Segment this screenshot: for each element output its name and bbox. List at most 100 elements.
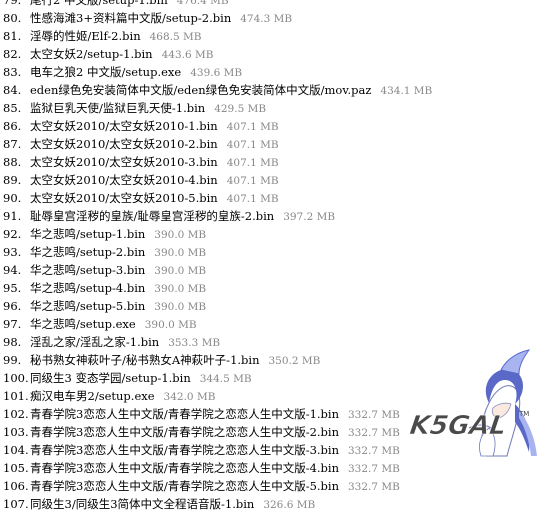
- file-row: 82. 太空女妖2/setup-1.bin 443.6 MB: [0, 45, 539, 63]
- row-number: 84.: [3, 83, 22, 97]
- file-name: 华之悲鸣/setup.exe: [30, 317, 136, 331]
- file-name: 华之悲鸣/setup-5.bin: [30, 299, 146, 313]
- file-size: 390.0 MB: [144, 319, 197, 331]
- file-name: 太空女妖2010/太空女妖2010-3.bin: [30, 155, 218, 169]
- file-name: 青春学院3恋恋人生中文版/青春学院之恋恋人生中文版-2.bin: [30, 425, 339, 439]
- file-row: 106.青春学院3恋恋人生中文版/青春学院之恋恋人生中文版-5.bin 332.7…: [0, 477, 539, 495]
- file-name: 青春学院3恋恋人生中文版/青春学院之恋恋人生中文版-3.bin: [30, 443, 339, 457]
- row-number: 100.: [3, 371, 29, 385]
- file-row: 87. 太空女妖2010/太空女妖2010-2.bin 407.1 MB: [0, 135, 539, 153]
- file-size: 350.2 MB: [268, 355, 321, 367]
- file-size: 468.5 MB: [149, 31, 202, 43]
- file-row: 95. 华之悲鸣/setup-4.bin 390.0 MB: [0, 279, 539, 297]
- file-name: eden绿色免安装简体中文版/eden绿色免安装简体中文版/mov.paz: [30, 83, 372, 97]
- file-row: 107.同级生3/同级生3简体中文全程语音版-1.bin 326.6 MB: [0, 495, 539, 513]
- row-number: 79.: [3, 0, 22, 7]
- row-number: 81.: [3, 29, 22, 43]
- row-number: 95.: [3, 281, 22, 295]
- file-row: 85. 监狱巨乳天使/监狱巨乳天使-1.bin 429.5 MB: [0, 99, 539, 117]
- row-number: 82.: [3, 47, 22, 61]
- file-row: 90. 太空女妖2010/太空女妖2010-5.bin 407.1 MB: [0, 189, 539, 207]
- row-number: 107.: [3, 497, 29, 511]
- file-size: 439.6 MB: [190, 67, 243, 79]
- row-number: 104.: [3, 443, 29, 457]
- file-row: 92. 华之悲鸣/setup-1.bin 390.0 MB: [0, 225, 539, 243]
- file-name: 太空女妖2010/太空女妖2010-4.bin: [30, 173, 218, 187]
- row-number: 102.: [3, 407, 29, 421]
- file-name: 华之悲鸣/setup-4.bin: [30, 281, 146, 295]
- file-size: 434.1 MB: [380, 85, 433, 97]
- row-number: 89.: [3, 173, 22, 187]
- row-number: 92.: [3, 227, 22, 241]
- file-row: 89. 太空女妖2010/太空女妖2010-4.bin 407.1 MB: [0, 171, 539, 189]
- file-name: 电车之狼2 中文版/setup.exe: [30, 65, 182, 79]
- file-name: 淫辱的性姬/Elf-2.bin: [30, 29, 141, 43]
- file-size: 407.1 MB: [226, 157, 279, 169]
- file-name: 耻辱皇宫淫秽的皇族/耻辱皇宫淫秽的皇族-2.bin: [30, 209, 275, 223]
- file-size: 407.1 MB: [226, 121, 279, 133]
- file-name: 太空女妖2010/太空女妖2010-1.bin: [30, 119, 218, 133]
- file-name: 华之悲鸣/setup-1.bin: [30, 227, 146, 241]
- row-number: 88.: [3, 155, 22, 169]
- file-row: 105.青春学院3恋恋人生中文版/青春学院之恋恋人生中文版-4.bin 332.7…: [0, 459, 539, 477]
- row-number: 96.: [3, 299, 22, 313]
- file-size: 342.0 MB: [163, 391, 216, 403]
- row-number: 80.: [3, 11, 22, 25]
- file-name: 淫乱之家/淫乱之家-1.bin: [30, 335, 160, 349]
- file-name: 监狱巨乳天使/监狱巨乳天使-1.bin: [30, 101, 206, 115]
- file-row: 94. 华之悲鸣/setup-3.bin 390.0 MB: [0, 261, 539, 279]
- file-row: 88. 太空女妖2010/太空女妖2010-3.bin 407.1 MB: [0, 153, 539, 171]
- file-size: 390.0 MB: [154, 301, 207, 313]
- file-size: 390.0 MB: [154, 247, 207, 259]
- file-size: 474.3 MB: [240, 13, 293, 25]
- file-name: 太空女妖2010/太空女妖2010-2.bin: [30, 137, 218, 151]
- file-row: 93. 华之悲鸣/setup-2.bin 390.0 MB: [0, 243, 539, 261]
- file-size: 390.0 MB: [154, 265, 207, 277]
- file-name: 青春学院3恋恋人生中文版/青春学院之恋恋人生中文版-5.bin: [30, 479, 339, 493]
- file-name: 尾行2 中文版/setup-1.bin: [30, 0, 168, 7]
- file-size: 429.5 MB: [214, 103, 267, 115]
- file-name: 性感海滩3+资料篇中文版/setup-2.bin: [30, 11, 232, 25]
- file-size: 344.5 MB: [199, 373, 252, 385]
- row-number: 85.: [3, 101, 22, 115]
- row-number: 90.: [3, 191, 22, 205]
- file-row: 83. 电车之狼2 中文版/setup.exe 439.6 MB: [0, 63, 539, 81]
- file-size: 397.2 MB: [283, 211, 336, 223]
- file-name: 秘书熟女神萩叶子/秘书熟女A神萩叶子-1.bin: [30, 353, 260, 367]
- file-name: 痴汉电车男2/setup.exe: [30, 389, 155, 403]
- file-name: 同级生3 变态学园/setup-1.bin: [30, 371, 191, 385]
- logo-text: K5GAL: [408, 411, 508, 441]
- file-row: 97. 华之悲鸣/setup.exe 390.0 MB: [0, 315, 539, 333]
- file-size: 407.1 MB: [226, 193, 279, 205]
- file-size: 353.3 MB: [168, 337, 221, 349]
- row-number: 105.: [3, 461, 29, 475]
- file-name: 太空女妖2/setup-1.bin: [30, 47, 153, 61]
- row-number: 101.: [3, 389, 29, 403]
- row-number: 94.: [3, 263, 22, 277]
- file-size: 407.1 MB: [226, 175, 279, 187]
- file-name: 华之悲鸣/setup-3.bin: [30, 263, 146, 277]
- file-row: 96. 华之悲鸣/setup-5.bin 390.0 MB: [0, 297, 539, 315]
- file-row: 84. eden绿色免安装简体中文版/eden绿色免安装简体中文版/mov.paz…: [0, 81, 539, 99]
- file-row: 79. 尾行2 中文版/setup-1.bin 476.4 MB: [0, 0, 539, 9]
- file-row: 81. 淫辱的性姬/Elf-2.bin 468.5 MB: [0, 27, 539, 45]
- row-number: 98.: [3, 335, 22, 349]
- file-size: 390.0 MB: [154, 283, 207, 295]
- file-size: 332.7 MB: [348, 463, 400, 475]
- file-size: 443.6 MB: [161, 49, 214, 61]
- row-number: 91.: [3, 209, 22, 223]
- file-name: 太空女妖2010/太空女妖2010-5.bin: [30, 191, 218, 205]
- k5gal-watermark-logo: K5GAL TM: [408, 349, 537, 457]
- row-number: 103.: [3, 425, 29, 439]
- file-row: 91. 耻辱皇宫淫秽的皇族/耻辱皇宫淫秽的皇族-2.bin 397.2 MB: [0, 207, 539, 225]
- trademark-text: TM: [518, 410, 529, 418]
- row-number: 87.: [3, 137, 22, 151]
- row-number: 93.: [3, 245, 22, 259]
- file-name: 同级生3/同级生3简体中文全程语音版-1.bin: [30, 497, 255, 511]
- file-row: 80. 性感海滩3+资料篇中文版/setup-2.bin 474.3 MB: [0, 9, 539, 27]
- file-size: 332.7 MB: [348, 481, 400, 493]
- file-size: 476.4 MB: [176, 0, 229, 7]
- row-number: 99.: [3, 353, 22, 367]
- file-size: 407.1 MB: [226, 139, 279, 151]
- row-number: 106.: [3, 479, 29, 493]
